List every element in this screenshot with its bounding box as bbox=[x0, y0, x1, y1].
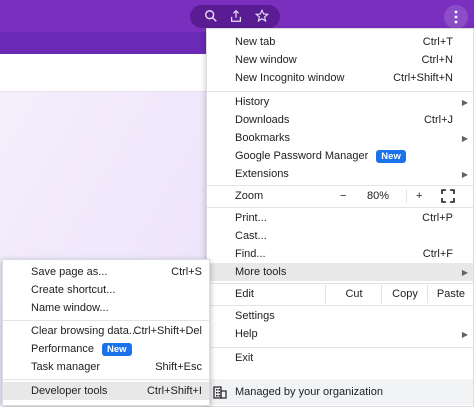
new-badge: New bbox=[376, 149, 406, 163]
submenu-item-name-window[interactable]: Name window... bbox=[3, 299, 209, 317]
submenu-shortcut: Ctrl+Shift+Del bbox=[133, 325, 202, 337]
menu-item-exit[interactable]: Exit bbox=[207, 349, 473, 367]
menu-label: Help bbox=[235, 328, 258, 340]
menu-label: New tab bbox=[235, 36, 276, 48]
submenu-item-task-manager[interactable]: Task manager Shift+Esc bbox=[3, 358, 209, 376]
menu-label: Bookmarks bbox=[235, 132, 291, 144]
submenu-label: Name window... bbox=[31, 302, 109, 314]
submenu-arrow-icon: ▶ bbox=[461, 97, 468, 107]
submenu-label: Save page as... bbox=[31, 266, 108, 278]
copy-button[interactable]: Copy bbox=[381, 285, 428, 303]
managed-label: Managed by your organization bbox=[235, 386, 383, 398]
zoom-label: Zoom bbox=[235, 190, 264, 202]
menu-shortcut: Ctrl+T bbox=[422, 36, 453, 48]
menu-label: Extensions bbox=[235, 168, 289, 180]
submenu-label: Clear browsing data... bbox=[31, 325, 138, 337]
menu-item-print[interactable]: Print... Ctrl+P bbox=[207, 209, 473, 227]
menu-item-new-incognito[interactable]: New Incognito window Ctrl+Shift+N bbox=[207, 69, 473, 87]
menu-label: Find... bbox=[235, 248, 266, 260]
menu-item-password-manager[interactable]: Google Password Manager New bbox=[207, 147, 473, 165]
menu-item-settings[interactable]: Settings bbox=[207, 307, 473, 325]
menu-label: History bbox=[235, 96, 270, 108]
managed-by-organization[interactable]: Managed by your organization bbox=[207, 379, 473, 405]
submenu-arrow-icon: ▶ bbox=[461, 169, 468, 179]
chrome-main-menu: New tab Ctrl+T New window Ctrl+N New Inc… bbox=[206, 28, 474, 407]
menu-divider bbox=[207, 185, 473, 186]
fullscreen-icon[interactable] bbox=[441, 189, 455, 203]
submenu-label: Task manager bbox=[31, 361, 101, 373]
submenu-shortcut: Ctrl+S bbox=[171, 266, 202, 278]
zoom-in-button[interactable]: + bbox=[416, 190, 422, 202]
submenu-item-performance[interactable]: Performance New bbox=[3, 340, 209, 358]
menu-label: New Incognito window bbox=[235, 72, 345, 84]
more-tools-submenu: Save page as... Ctrl+S Create shortcut..… bbox=[2, 259, 210, 406]
submenu-label: Developer tools bbox=[31, 385, 108, 397]
menu-item-help[interactable]: Help ▶ bbox=[207, 325, 473, 343]
menu-divider bbox=[207, 283, 473, 284]
search-icon[interactable] bbox=[202, 7, 220, 25]
zoom-level: 80% bbox=[367, 190, 390, 202]
menu-shortcut: Ctrl+Shift+N bbox=[393, 72, 453, 84]
submenu-item-developer-tools[interactable]: Developer tools Ctrl+Shift+I bbox=[3, 382, 209, 400]
submenu-shortcut: Ctrl+Shift+I bbox=[146, 385, 202, 397]
star-icon[interactable] bbox=[253, 7, 271, 25]
submenu-arrow-icon: ▶ bbox=[461, 133, 468, 143]
menu-shortcut: Ctrl+J bbox=[423, 114, 453, 126]
submenu-item-save-page[interactable]: Save page as... Ctrl+S bbox=[3, 263, 209, 281]
submenu-arrow-icon: ▶ bbox=[461, 329, 468, 339]
edit-label: Edit bbox=[235, 288, 254, 300]
menu-item-bookmarks[interactable]: Bookmarks ▶ bbox=[207, 129, 473, 147]
menu-shortcut: Ctrl+F bbox=[422, 248, 453, 260]
menu-divider bbox=[207, 347, 473, 348]
omnibox-actions bbox=[190, 5, 280, 28]
menu-divider bbox=[207, 305, 473, 306]
menu-label: Print... bbox=[235, 212, 267, 224]
menu-label: Settings bbox=[235, 310, 275, 322]
submenu-item-clear-browsing[interactable]: Clear browsing data... Ctrl+Shift+Del bbox=[3, 322, 209, 340]
menu-shortcut: Ctrl+N bbox=[421, 54, 453, 66]
cut-button[interactable]: Cut bbox=[325, 285, 382, 303]
menu-label: New window bbox=[235, 54, 297, 66]
menu-item-new-window[interactable]: New window Ctrl+N bbox=[207, 51, 473, 69]
menu-item-new-tab[interactable]: New tab Ctrl+T bbox=[207, 33, 473, 51]
zoom-out-button[interactable]: − bbox=[340, 190, 346, 202]
submenu-shortcut: Shift+Esc bbox=[155, 361, 202, 373]
menu-divider bbox=[207, 207, 473, 208]
kebab-menu-icon[interactable] bbox=[444, 5, 468, 29]
menu-item-downloads[interactable]: Downloads Ctrl+J bbox=[207, 111, 473, 129]
menu-divider bbox=[207, 91, 473, 92]
menu-label: Cast... bbox=[235, 230, 267, 242]
menu-item-more-tools[interactable]: More tools ▶ bbox=[207, 263, 473, 281]
submenu-divider bbox=[3, 379, 209, 380]
building-icon bbox=[213, 385, 227, 402]
submenu-label: Create shortcut... bbox=[31, 284, 116, 296]
menu-label: Google Password Manager bbox=[235, 149, 369, 162]
menu-item-cast[interactable]: Cast... bbox=[207, 227, 473, 245]
submenu-arrow-icon: ▶ bbox=[461, 267, 468, 277]
menu-item-extensions[interactable]: Extensions ▶ bbox=[207, 165, 473, 183]
share-icon[interactable] bbox=[227, 7, 245, 25]
menu-label: Downloads bbox=[235, 114, 290, 126]
menu-item-history[interactable]: History ▶ bbox=[207, 93, 473, 111]
zoom-divider bbox=[406, 189, 407, 203]
menu-label: Exit bbox=[235, 352, 254, 364]
new-badge: New bbox=[101, 342, 132, 356]
menu-item-zoom: Zoom − 80% + bbox=[207, 187, 473, 205]
menu-label: More tools bbox=[235, 266, 287, 278]
submenu-label: Performance bbox=[31, 342, 94, 355]
paste-button[interactable]: Paste bbox=[427, 285, 474, 303]
submenu-divider bbox=[3, 320, 209, 321]
menu-item-edit: Edit Cut Copy Paste bbox=[207, 285, 473, 303]
menu-item-find[interactable]: Find... Ctrl+F bbox=[207, 245, 473, 263]
menu-shortcut: Ctrl+P bbox=[422, 212, 453, 224]
submenu-item-create-shortcut[interactable]: Create shortcut... bbox=[3, 281, 209, 299]
